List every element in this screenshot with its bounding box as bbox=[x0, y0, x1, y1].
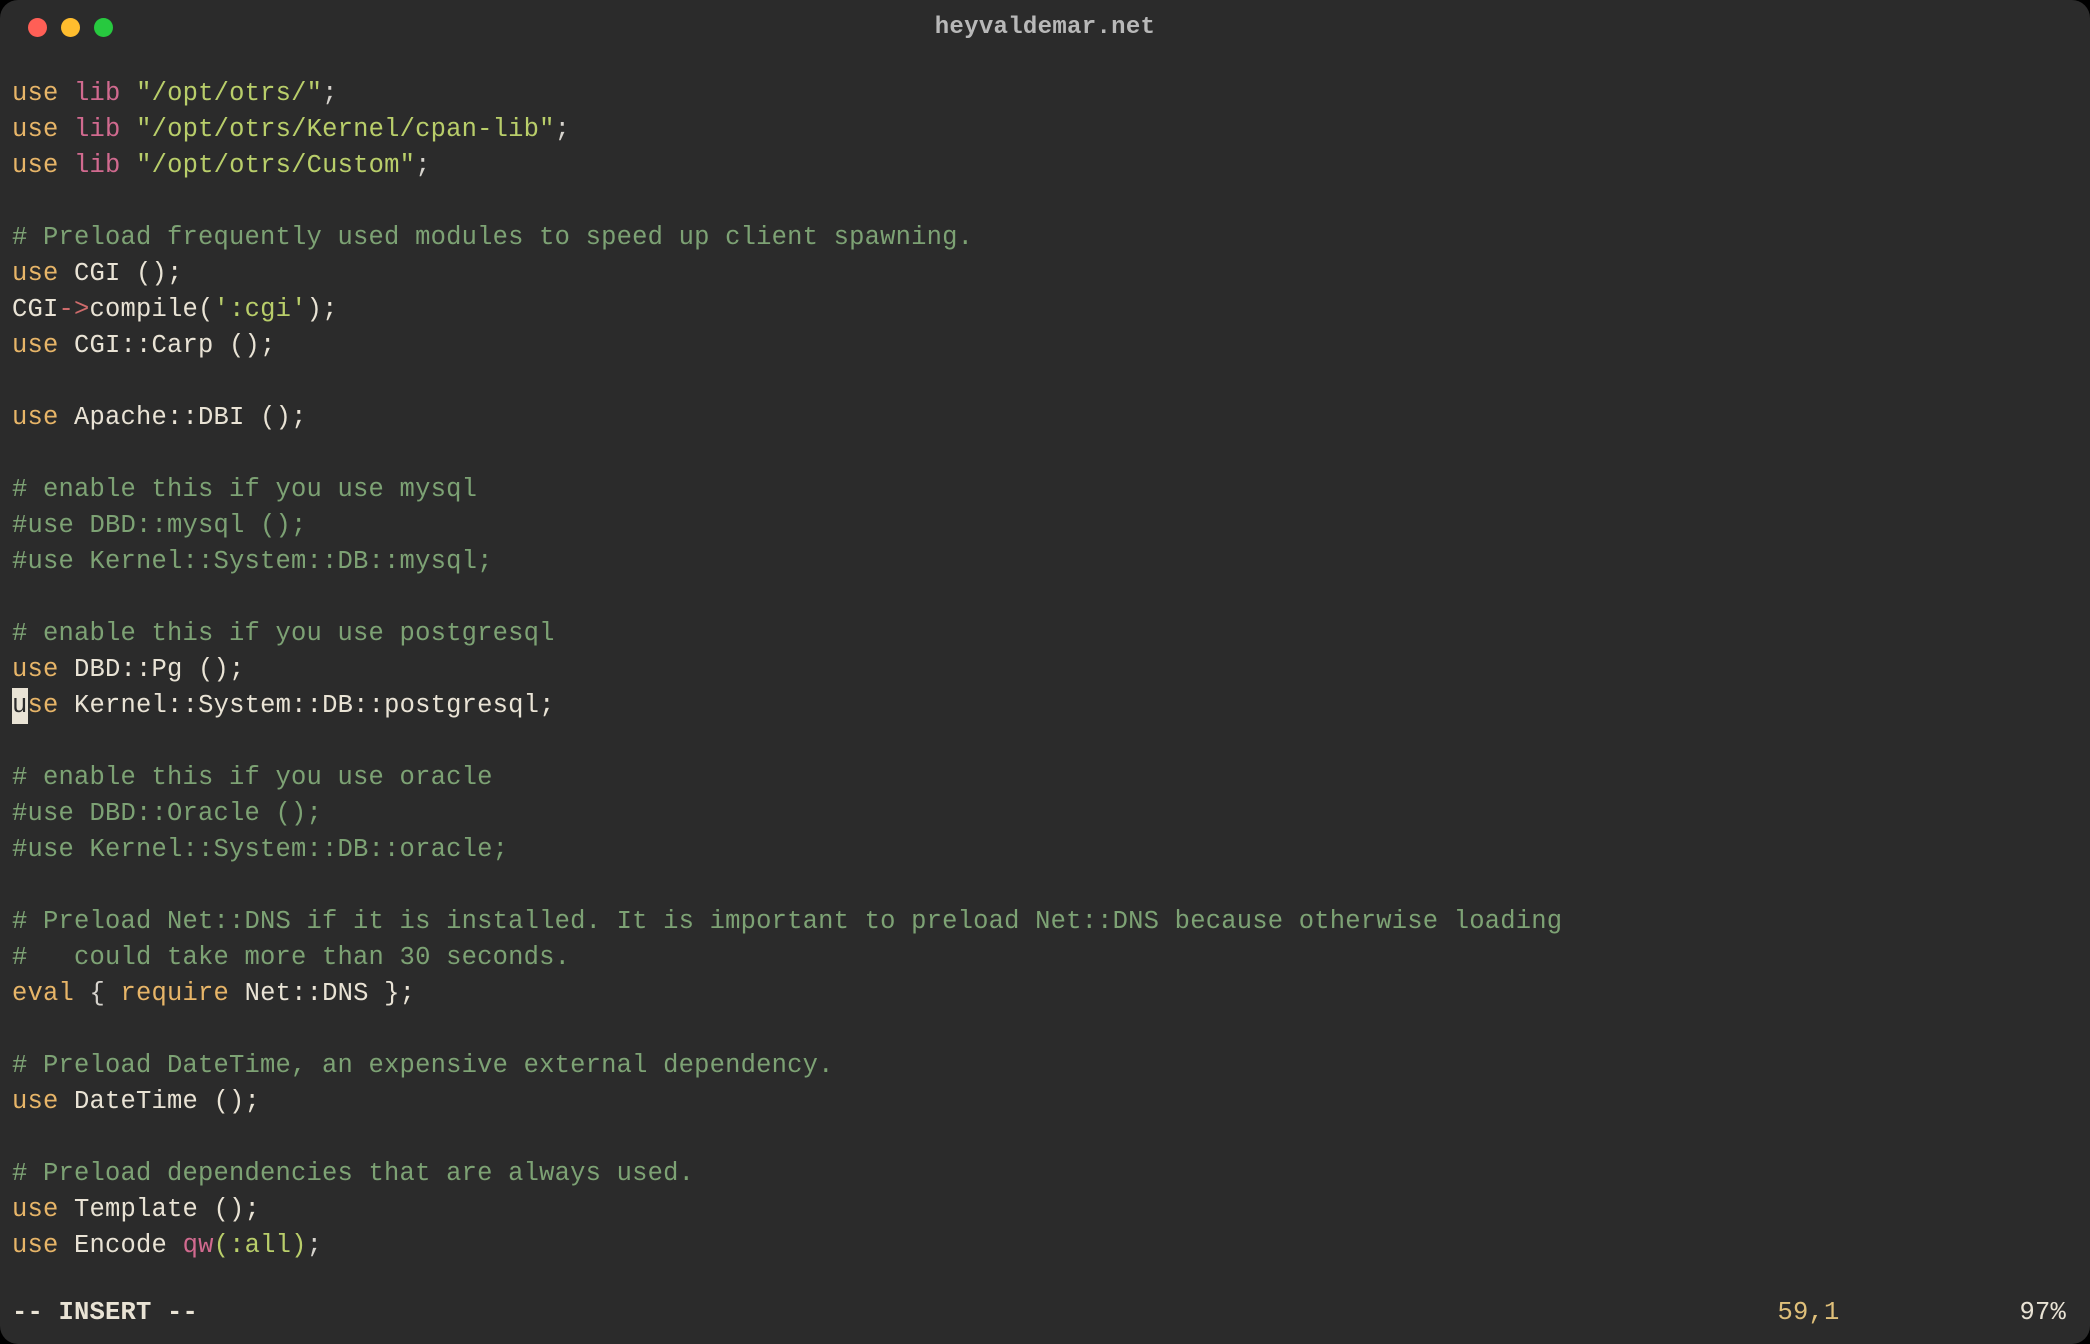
code-line: use lib "/opt/otrs/Custom"; bbox=[12, 148, 2078, 184]
text-cursor: u bbox=[12, 688, 28, 724]
code-line bbox=[12, 580, 2078, 616]
code-line: eval { require Net::DNS }; bbox=[12, 976, 2078, 1012]
code-line: # enable this if you use mysql bbox=[12, 472, 2078, 508]
code-line: use DBD::Pg (); bbox=[12, 652, 2078, 688]
code-line: #use Kernel::System::DB::mysql; bbox=[12, 544, 2078, 580]
code-line: # could take more than 30 seconds. bbox=[12, 940, 2078, 976]
code-line: # enable this if you use oracle bbox=[12, 760, 2078, 796]
code-line: use CGI (); bbox=[12, 256, 2078, 292]
code-line: # Preload frequently used modules to spe… bbox=[12, 220, 2078, 256]
zoom-icon[interactable] bbox=[94, 18, 113, 37]
terminal-window: heyvaldemar.net use lib "/opt/otrs/";use… bbox=[0, 0, 2090, 1344]
code-line bbox=[12, 184, 2078, 220]
code-line: use CGI::Carp (); bbox=[12, 328, 2078, 364]
code-line bbox=[12, 1012, 2078, 1048]
code-line: #use Kernel::System::DB::oracle; bbox=[12, 832, 2078, 868]
code-line: #use DBD::Oracle (); bbox=[12, 796, 2078, 832]
cursor-position: 59,1 bbox=[1777, 1298, 2019, 1327]
code-line bbox=[12, 1120, 2078, 1156]
code-line: #use DBD::mysql (); bbox=[12, 508, 2078, 544]
code-line: use lib "/opt/otrs/Kernel/cpan-lib"; bbox=[12, 112, 2078, 148]
minimize-icon[interactable] bbox=[61, 18, 80, 37]
code-line: # Preload dependencies that are always u… bbox=[12, 1156, 2078, 1192]
vim-mode: -- INSERT -- bbox=[12, 1298, 198, 1327]
close-icon[interactable] bbox=[28, 18, 47, 37]
code-line: use DateTime (); bbox=[12, 1084, 2078, 1120]
window-controls bbox=[0, 18, 113, 37]
code-line: use Template (); bbox=[12, 1192, 2078, 1228]
code-line: # enable this if you use postgresql bbox=[12, 616, 2078, 652]
code-line bbox=[12, 436, 2078, 472]
code-line: # Preload Net::DNS if it is installed. I… bbox=[12, 904, 2078, 940]
titlebar: heyvaldemar.net bbox=[0, 0, 2090, 54]
code-line bbox=[12, 364, 2078, 400]
code-line: CGI->compile(':cgi'); bbox=[12, 292, 2078, 328]
vim-status-bar: -- INSERT -- 59,1 97% bbox=[0, 1294, 2090, 1330]
code-line: use lib "/opt/otrs/"; bbox=[12, 76, 2078, 112]
code-line: use Apache::DBI (); bbox=[12, 400, 2078, 436]
code-line: use Encode qw(:all); bbox=[12, 1228, 2078, 1264]
editor-content[interactable]: use lib "/opt/otrs/";use lib "/opt/otrs/… bbox=[0, 54, 2090, 1264]
scroll-percent: 97% bbox=[2019, 1298, 2066, 1327]
code-line: use Kernel::System::DB::postgresql; bbox=[12, 688, 2078, 724]
code-line bbox=[12, 724, 2078, 760]
code-line: # Preload DateTime, an expensive externa… bbox=[12, 1048, 2078, 1084]
code-line bbox=[12, 868, 2078, 904]
window-title: heyvaldemar.net bbox=[0, 14, 2090, 41]
